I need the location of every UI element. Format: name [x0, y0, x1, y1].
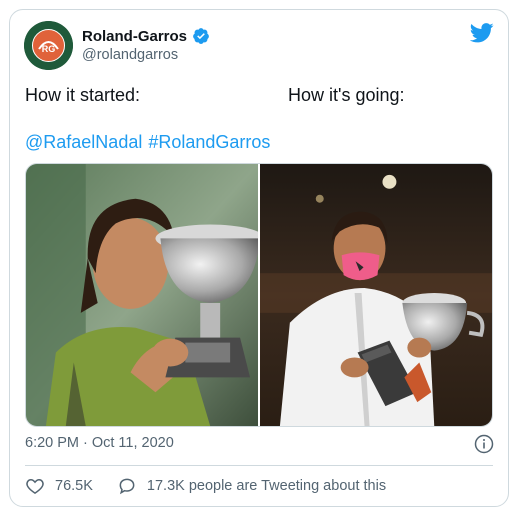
display-name[interactable]: Roland-Garros	[82, 28, 187, 45]
svg-text:RG: RG	[42, 44, 56, 54]
verified-badge-icon	[192, 27, 210, 45]
twitter-bird-icon[interactable]	[469, 23, 494, 43]
roland-garros-logo: RG	[24, 21, 73, 70]
player-holding-trophy-2020-photo[interactable]	[260, 164, 492, 426]
heart-icon	[26, 478, 44, 494]
tweet-date[interactable]: Oct 11, 2020	[92, 435, 174, 451]
speech-bubble-icon	[119, 478, 135, 495]
tweeting-link[interactable]: 17.3K people are Tweeting about this	[117, 476, 386, 496]
hashtag-link[interactable]: #RolandGarros	[148, 132, 270, 153]
tweet-card[interactable]: RG Roland-Garros @rolandgarros How it st…	[9, 9, 509, 507]
tweet-time[interactable]: 6:20 PM	[25, 435, 79, 451]
handle[interactable]: @rolandgarros	[82, 47, 178, 63]
tweet-text-right: How it's going:	[288, 85, 405, 105]
like-count: 76.5K	[55, 478, 93, 494]
tweet-text-left: How it started:	[25, 85, 141, 105]
player-kissing-trophy-2005-photo[interactable]	[26, 164, 258, 426]
media-grid[interactable]	[25, 163, 493, 427]
tweeting-text: 17.3K people are Tweeting about this	[146, 478, 387, 494]
mention-link[interactable]: @RafaelNadal	[25, 132, 142, 153]
info-icon[interactable]	[474, 434, 494, 454]
timestamp[interactable]: 6:20 PM · Oct 11, 2020	[25, 435, 174, 451]
divider	[25, 465, 493, 466]
avatar[interactable]: RG	[24, 21, 73, 70]
timestamp-separator: ·	[83, 435, 88, 451]
like-button[interactable]: 76.5K	[25, 476, 93, 496]
